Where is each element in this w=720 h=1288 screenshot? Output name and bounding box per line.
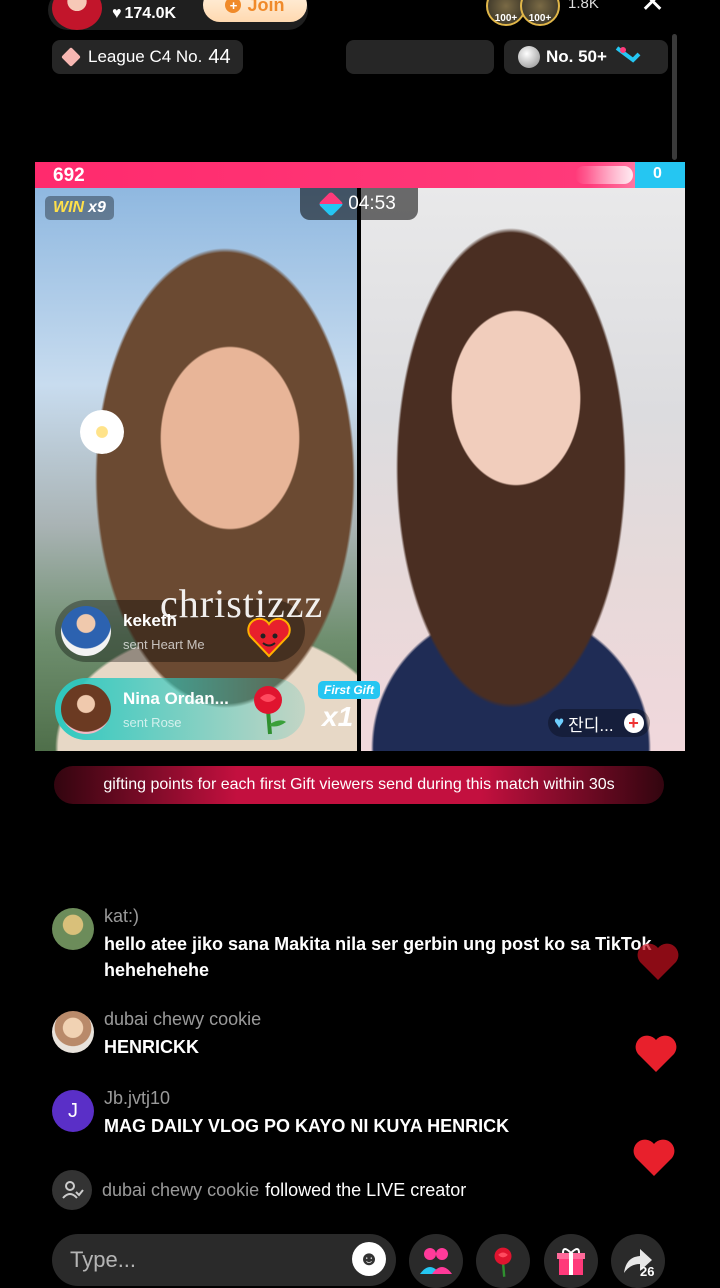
plus-icon: + [225,0,242,13]
avatar [61,684,111,734]
person-icon [52,1170,92,1210]
chat-text: HENRICKK [104,1037,200,1057]
gift-multiplier: x1 [322,701,354,732]
score-right: 0 [653,165,662,182]
timer-value: 04:53 [348,193,396,214]
win-streak-count: x9 [88,199,106,216]
gem-icon [61,47,81,67]
heart-icon [633,1139,675,1176]
score-left: 692 [53,165,85,186]
chat-text: MAG DAILY VLOG PO KAYO NI KUYA HENRICK [104,1116,510,1136]
video-divider [357,188,361,751]
win-label: WIN [53,199,85,216]
gift-action: sent Rose [123,714,182,730]
group-icon [420,1248,452,1274]
battle-timer: 04:53 [300,188,418,220]
chat-username[interactable]: Jb.jvtj10 [104,1088,509,1109]
comment-input[interactable]: Type... [52,1234,396,1286]
league-badge[interactable]: League C4 No. 44 [52,40,243,74]
rose-icon [254,686,286,735]
left-host-video[interactable] [35,188,357,751]
heart-icon: ♥ [554,713,565,732]
chat-message[interactable]: J Jb.jvtj10 MAG DAILY VLOG PO KAYO NI KU… [52,1088,672,1139]
likes-count: 174.0K [124,5,177,22]
medal-icon [518,46,540,68]
top-viewer-avatar[interactable]: 100+ [520,0,560,26]
host-likes: ♥ 174.0K [112,5,176,23]
follow-username[interactable]: dubai chewy cookie [102,1180,259,1201]
heart-icon [637,943,679,980]
follow-event: dubai chewy cookie followed the LIVE cre… [52,1170,466,1210]
gift-sender-name: Nina Ordan... [123,688,229,708]
close-icon[interactable]: ✕ [640,0,665,18]
right-host-video[interactable] [361,188,685,751]
sparkle-icon [615,46,641,63]
first-gift-badge: First Gift [318,681,380,699]
rank-label: No. 50+ [546,47,607,66]
avatar[interactable] [52,908,94,950]
viewer-count[interactable]: 1.8K [568,0,599,12]
timer-icon [318,191,344,217]
avatar-letter: J [68,1099,78,1122]
info-pill[interactable] [346,40,494,74]
avatar[interactable]: J [52,1090,94,1132]
gift-action: sent Heart Me [123,636,205,652]
viewer-badge: 100+ [528,13,552,24]
chat-text: hello atee jiko sana Makita nila ser ger… [104,934,652,980]
match-banner: gifting points for each first Gift viewe… [54,766,664,804]
share-count: 26 [640,1264,655,1279]
plus-icon[interactable]: + [623,713,644,733]
avatar[interactable] [52,1011,94,1053]
chat-message[interactable]: dubai chewy cookie HENRICKK [52,1009,672,1060]
follow-text: followed the LIVE creator [265,1179,467,1200]
comment-placeholder: Type... [70,1247,137,1272]
heart-icon [635,1035,677,1072]
join-button[interactable]: + Join [203,0,307,22]
win-streak-tag: WIN x9 [45,196,114,220]
hair-flower [80,410,124,454]
league-label: League C4 No. [88,47,203,66]
right-host-name: 잔디... [568,715,614,735]
right-host-tag[interactable]: ♥ 잔디... + [548,709,650,737]
scrollbar[interactable] [672,34,677,160]
viewer-badge: 100+ [494,13,518,24]
banner-text: gifting points for each first Gift viewe… [103,776,615,793]
rose-icon [494,1247,512,1277]
join-label: Join [247,0,285,15]
score-streak [575,166,633,184]
chat-username[interactable]: kat:) [104,906,664,927]
rank-badge[interactable]: No. 50+ [504,40,668,74]
chat-message[interactable]: kat:) hello atee jiko sana Makita nila s… [52,906,672,983]
overlay-username: christizzz [160,581,324,626]
heart-icon: ♥ [112,5,122,22]
smile-icon[interactable]: ☻ [352,1242,386,1276]
league-number: 44 [208,45,231,68]
chat-username[interactable]: dubai chewy cookie [104,1009,261,1030]
avatar [61,606,111,656]
gift-icon [557,1248,585,1275]
